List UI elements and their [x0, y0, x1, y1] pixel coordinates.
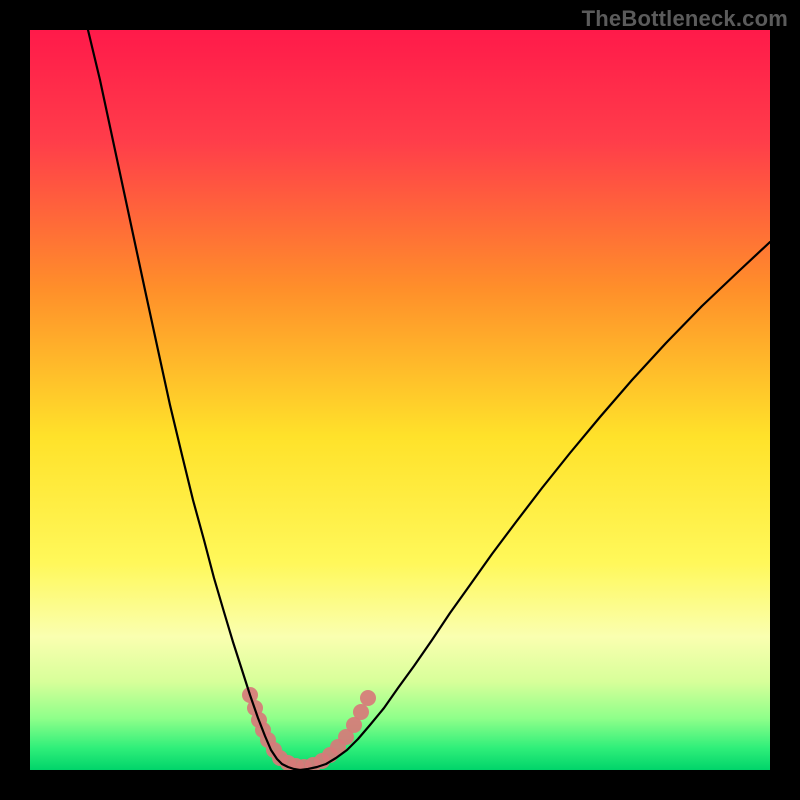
plot-area — [30, 30, 770, 770]
left-curve — [88, 30, 300, 770]
curves-layer — [30, 30, 770, 770]
watermark-text: TheBottleneck.com — [582, 6, 788, 32]
chart-frame: TheBottleneck.com — [0, 0, 800, 800]
